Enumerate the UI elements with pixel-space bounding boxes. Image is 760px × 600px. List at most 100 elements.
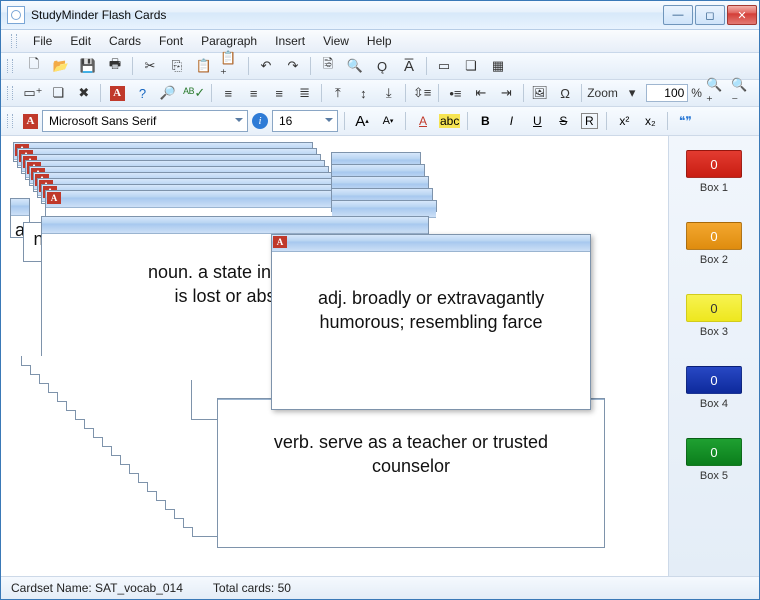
toolbar-grip-icon[interactable] — [11, 34, 17, 48]
cards-stack-icon[interactable]: ❏ — [459, 54, 483, 78]
toolbar-grip-icon[interactable] — [7, 114, 13, 128]
box-count: 0 — [686, 294, 742, 322]
find-icon[interactable]: 🗟 — [316, 54, 340, 78]
outdent-icon[interactable]: ⇤ — [470, 81, 492, 105]
close-button[interactable]: ✕ — [727, 5, 757, 25]
search-doc-icon[interactable]: 🔎 — [157, 81, 179, 105]
toolbar-row1: 🗋 📂 💾 🖶 ✂ ⎘ 📋 📋⁺ ↶ ↷ 🗟 🔍 Ǫ A̅ ▭ ❏ ▦ — [1, 53, 759, 80]
image-icon[interactable]: 🖼 — [528, 81, 550, 105]
separator — [344, 112, 345, 130]
zoom-out-icon[interactable]: 🔍⁻ — [730, 81, 752, 105]
shrink-font-button[interactable]: A▾ — [377, 110, 399, 132]
indent-icon[interactable]: ⇥ — [495, 81, 517, 105]
cards-single-icon[interactable]: ▭ — [432, 54, 456, 78]
cut-icon[interactable]: ✂ — [138, 54, 162, 78]
separator — [405, 112, 406, 130]
box-3[interactable]: 0Box 3 — [686, 294, 742, 338]
card-add-icon[interactable]: ▭⁺ — [22, 81, 44, 105]
align-justify-icon[interactable]: ≣ — [293, 81, 315, 105]
bigfont-icon[interactable]: A̅ — [397, 54, 421, 78]
box-count: 0 — [686, 438, 742, 466]
paste-special-icon[interactable]: 📋⁺ — [219, 54, 243, 78]
align-right-icon[interactable]: ≡ — [268, 81, 290, 105]
toolbar-grip-icon[interactable] — [7, 59, 13, 73]
align-left-icon[interactable]: ≡ — [217, 81, 239, 105]
card-area[interactable]: A A A A A A A A a A n noun. a state — [1, 136, 668, 576]
stacked-card[interactable] — [331, 176, 429, 188]
menu-insert[interactable]: Insert — [267, 32, 313, 50]
zoom-percent: % — [691, 86, 702, 100]
menu-help[interactable]: Help — [359, 32, 400, 50]
open-icon[interactable]: 📂 — [49, 54, 73, 78]
valign-mid-icon[interactable]: ↕ — [352, 81, 374, 105]
undo-icon[interactable]: ↶ — [254, 54, 278, 78]
card-delete-icon[interactable]: ✖ — [73, 81, 95, 105]
menu-view[interactable]: View — [315, 32, 357, 50]
valign-bot-icon[interactable]: ⤓ — [378, 81, 400, 105]
flash-card-popup[interactable]: A adj. broadly or extravagantly humorous… — [271, 234, 591, 410]
menu-edit[interactable]: Edit — [62, 32, 99, 50]
stacked-card[interactable] — [331, 152, 421, 164]
strikethrough-button[interactable]: S — [552, 110, 574, 132]
box-5[interactable]: 0 Box 5 — [686, 438, 742, 482]
spellcheck-icon[interactable]: ᴬᴮ✓ — [182, 81, 206, 105]
superscript-button[interactable]: x² — [613, 110, 635, 132]
save-icon[interactable]: 💾 — [76, 54, 100, 78]
box-label: Box 1 — [700, 182, 728, 194]
menu-file[interactable]: File — [25, 32, 60, 50]
quote-button[interactable]: ❝❞ — [674, 110, 696, 132]
font-color-button[interactable]: A — [412, 110, 434, 132]
box-label: Box 4 — [700, 398, 728, 410]
symbol-icon[interactable]: Ω — [554, 81, 576, 105]
linespace-icon[interactable]: ⇳≡ — [411, 81, 433, 105]
help-icon[interactable]: ? — [131, 81, 153, 105]
menu-paragraph[interactable]: Paragraph — [193, 32, 265, 50]
font-size-combo[interactable]: 16 — [272, 110, 338, 132]
box-1[interactable]: 0 Box 1 — [686, 150, 742, 194]
font-info-icon[interactable]: i — [252, 113, 268, 129]
flash-card[interactable]: verb. serve as a teacher or trusted coun… — [217, 398, 605, 548]
bold-button[interactable]: B — [474, 110, 496, 132]
cards-grid-icon[interactable]: ▦ — [486, 54, 510, 78]
zoom-input[interactable] — [646, 84, 688, 102]
zoom-dropdown-icon[interactable]: ▾ — [621, 81, 643, 105]
bullets-icon[interactable]: •≡ — [444, 81, 466, 105]
regular-style-button[interactable]: R — [578, 110, 600, 132]
highlight-button[interactable]: abc — [438, 110, 461, 132]
font-red-a-icon[interactable]: A — [23, 114, 38, 129]
box-4[interactable]: 0 Box 4 — [686, 366, 742, 410]
stacked-card[interactable] — [331, 188, 433, 200]
separator — [248, 57, 249, 75]
box-count: 0 — [686, 366, 742, 394]
toolbar-grip-icon[interactable] — [7, 86, 13, 100]
redo-icon[interactable]: ↷ — [281, 54, 305, 78]
copy-icon[interactable]: ⎘ — [165, 54, 189, 78]
zoom-label: Zoom — [587, 86, 618, 100]
grow-font-button[interactable]: A▴ — [351, 110, 373, 132]
card-dup-icon[interactable]: ❏ — [47, 81, 69, 105]
maximize-button[interactable]: ◻ — [695, 5, 725, 25]
font-red-icon[interactable]: A — [106, 81, 128, 105]
box-label: Box 5 — [700, 470, 728, 482]
print-icon[interactable]: 🖶 — [103, 54, 127, 78]
subscript-button[interactable]: x₂ — [639, 110, 661, 132]
box-2[interactable]: 0Box 2 — [686, 222, 742, 266]
char-icon[interactable]: Ǫ — [370, 54, 394, 78]
stacked-card[interactable] — [331, 164, 425, 176]
menu-font[interactable]: Font — [151, 32, 191, 50]
underline-button[interactable]: U — [526, 110, 548, 132]
zoom-in-icon[interactable]: 🔍⁺ — [705, 81, 727, 105]
valign-top-icon[interactable]: ⤒ — [327, 81, 349, 105]
zoom-tool-icon[interactable]: 🔍 — [343, 54, 367, 78]
separator — [426, 57, 427, 75]
paste-icon[interactable]: 📋 — [192, 54, 216, 78]
minimize-button[interactable]: — — [663, 5, 693, 25]
box-count: 0 — [686, 150, 742, 178]
italic-button[interactable]: I — [500, 110, 522, 132]
new-icon[interactable]: 🗋 — [22, 54, 46, 78]
separator — [667, 112, 668, 130]
align-center-icon[interactable]: ≡ — [243, 81, 265, 105]
stacked-card[interactable] — [331, 200, 437, 212]
font-family-combo[interactable]: Microsoft Sans Serif — [42, 110, 248, 132]
menu-cards[interactable]: Cards — [101, 32, 149, 50]
